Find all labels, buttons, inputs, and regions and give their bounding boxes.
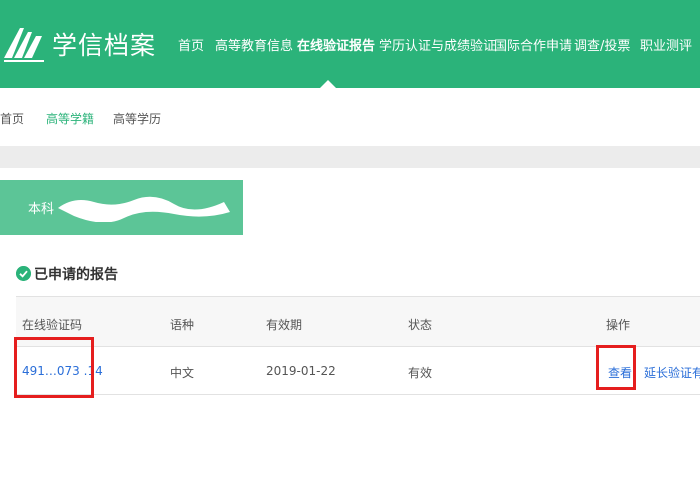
row-status: 有效	[408, 366, 433, 380]
nav-item-online-verification-report[interactable]: 在线验证报告	[297, 35, 375, 54]
column-header-language: 语种	[170, 318, 195, 332]
logo-icon	[4, 28, 44, 62]
code-highlight-box	[14, 337, 94, 398]
nav-item-home[interactable]: 首页	[178, 35, 204, 54]
redaction-mask	[58, 196, 230, 222]
banner-label: 本科	[28, 202, 55, 217]
nav-item-career-assessment[interactable]: 职业测评	[640, 35, 692, 54]
table-header: 在线验证码 语种 有效期 状态 操作	[16, 297, 700, 347]
sub-navigation: 首页 高等学籍 高等学历	[0, 88, 700, 146]
view-highlight-box	[596, 345, 636, 390]
row-expiry: 2019-01-22	[266, 364, 336, 378]
active-nav-indicator	[320, 80, 336, 88]
nav-item-higher-education-info[interactable]: 高等教育信息	[215, 35, 293, 54]
subnav-item-degree[interactable]: 高等学历	[113, 110, 161, 127]
subnav-item-home[interactable]: 首页	[0, 110, 24, 127]
column-header-code: 在线验证码	[22, 318, 83, 332]
row-language: 中文	[170, 366, 195, 380]
nav-item-degree-certification[interactable]: 学历认证与成绩验证	[379, 35, 496, 54]
subnav-item-enrollment[interactable]: 高等学籍	[46, 110, 94, 127]
top-navigation-bar: 学信档案 首页 高等教育信息 在线验证报告 学历认证与成绩验证 国际合作申请 调…	[0, 0, 700, 88]
extend-validity-link[interactable]: 延长验证有效	[644, 364, 700, 381]
section-title: 已申请的报告	[34, 267, 118, 283]
column-header-actions: 操作	[606, 318, 631, 332]
student-record-banner[interactable]: 本科	[0, 180, 243, 235]
check-circle-icon	[16, 266, 31, 281]
brand-name[interactable]: 学信档案	[52, 26, 156, 62]
content-divider	[0, 146, 700, 168]
column-header-expiry: 有效期	[266, 318, 303, 332]
nav-item-survey-vote[interactable]: 调查/投票	[574, 35, 630, 54]
column-header-status: 状态	[408, 318, 433, 332]
nav-item-international-cooperation[interactable]: 国际合作申请	[494, 35, 572, 54]
